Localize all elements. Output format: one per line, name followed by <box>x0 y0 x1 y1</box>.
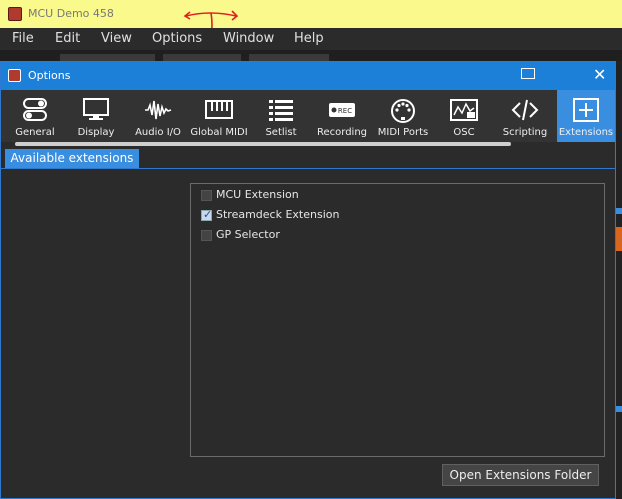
monitor-icon <box>83 98 109 120</box>
toolbar-global-midi[interactable]: Global MIDI <box>188 90 250 142</box>
toolbar-label: Setlist <box>265 127 297 138</box>
toolbar-label: General <box>15 127 55 138</box>
toolbar-extensions[interactable]: Extensions <box>557 90 615 142</box>
menu-window[interactable]: Window <box>223 31 274 46</box>
open-extensions-folder-button[interactable]: Open Extensions Folder <box>442 464 599 486</box>
toolbar-display[interactable]: Display <box>66 90 126 142</box>
extensions-list: MCU Extension ✓ Streamdeck Extension GP … <box>190 183 605 457</box>
toggle-icon <box>23 98 47 121</box>
menu-file[interactable]: File <box>12 31 34 46</box>
dialog-title: Options <box>28 69 71 82</box>
toolbar-scrollbar[interactable] <box>15 142 511 146</box>
app-icon <box>8 7 22 21</box>
toolbar-label: OSC <box>453 127 475 138</box>
background-orange-marker <box>616 227 622 251</box>
options-dialog: Options ✕ General Display Audio I/O Glob… <box>0 61 616 499</box>
toolbar-midi-ports[interactable]: MIDI Ports <box>373 90 433 142</box>
close-icon[interactable]: ✕ <box>593 65 606 84</box>
tab-available-extensions[interactable]: Available extensions <box>5 149 139 168</box>
options-toolbar: General Display Audio I/O Global MIDI Se… <box>1 90 615 142</box>
midi-port-icon <box>391 99 415 123</box>
toolbar-label: Extensions <box>558 127 614 138</box>
rec-icon: REC <box>329 103 355 117</box>
app-title-bar[interactable]: MCU Demo 458 <box>0 0 622 39</box>
osc-icon <box>450 99 478 121</box>
background-blue-marker <box>616 406 622 412</box>
checkbox[interactable]: ✓ <box>201 208 213 221</box>
dialog-app-icon <box>8 69 21 82</box>
dialog-title-bar[interactable]: Options ✕ <box>1 62 615 90</box>
toolbar-scripting[interactable]: Scripting <box>495 90 555 142</box>
toolbar-label: MIDI Ports <box>377 127 429 138</box>
toolbar-label: Display <box>77 127 115 138</box>
toolbar-label: Audio I/O <box>135 127 181 138</box>
app-title: MCU Demo 458 <box>28 7 114 20</box>
list-icon <box>269 100 293 121</box>
toolbar-recording[interactable]: REC Recording <box>312 90 372 142</box>
toolbar-label: Global MIDI <box>190 127 248 138</box>
restore-window-button[interactable] <box>521 68 535 79</box>
checkmark-icon: ✓ <box>203 208 213 221</box>
tab-row: Available extensions <box>1 148 615 169</box>
extension-label: MCU Extension <box>216 188 299 201</box>
toolbar-audio-io[interactable]: Audio I/O <box>128 90 188 142</box>
extension-label: GP Selector <box>216 228 280 241</box>
menu-options[interactable]: Options <box>152 31 202 46</box>
keyboard-icon <box>205 100 233 119</box>
toolbar-label: Recording <box>316 127 367 138</box>
waveform-icon <box>145 100 172 120</box>
menu-help[interactable]: Help <box>294 31 324 46</box>
menu-bar: File Edit View Options Window Help <box>0 28 622 50</box>
extension-label: Streamdeck Extension <box>216 208 340 221</box>
toolbar-general[interactable]: General <box>6 90 64 142</box>
code-icon <box>511 99 539 121</box>
menu-edit[interactable]: Edit <box>55 31 80 46</box>
menu-view[interactable]: View <box>101 31 132 46</box>
toolbar-setlist[interactable]: Setlist <box>251 90 311 142</box>
toolbar-label: Scripting <box>502 127 548 138</box>
rec-badge-text: REC <box>338 107 352 115</box>
background-blue-marker <box>616 208 622 214</box>
background-window-edge <box>616 61 622 499</box>
plus-box-icon <box>573 98 599 122</box>
checkbox[interactable] <box>201 230 212 241</box>
checkbox[interactable] <box>201 190 212 201</box>
toolbar-osc[interactable]: OSC <box>434 90 494 142</box>
